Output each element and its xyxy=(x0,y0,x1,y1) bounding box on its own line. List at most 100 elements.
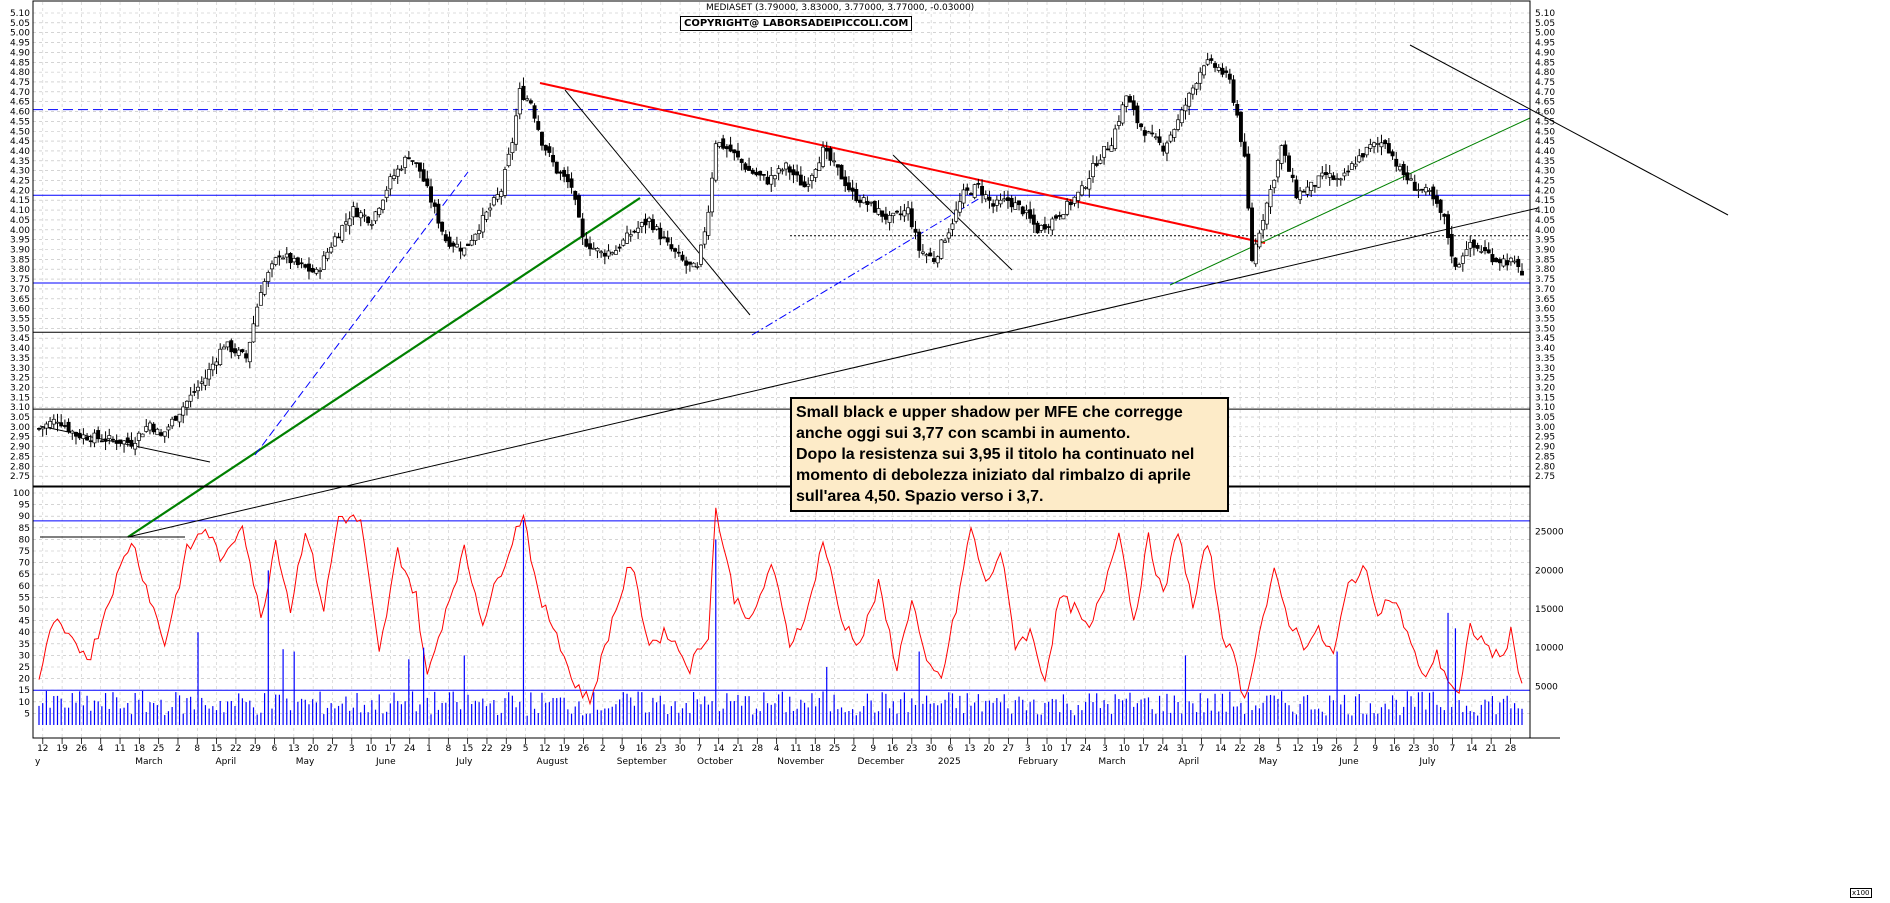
candle-body xyxy=(865,201,870,205)
candle-body xyxy=(1494,257,1499,263)
price-tick-right: 3.05 xyxy=(1535,413,1555,423)
candle-body xyxy=(599,251,604,254)
candle-body xyxy=(255,306,260,327)
analysis-note: Small black e upper shadow per MFE che c… xyxy=(790,397,1229,512)
price-tick-right: 4.20 xyxy=(1535,186,1555,196)
candle-body xyxy=(1512,260,1517,263)
candle-body xyxy=(321,255,326,270)
candle-body xyxy=(1231,79,1236,103)
date-tick-label: 17 xyxy=(1138,744,1149,754)
candle-body xyxy=(802,181,807,188)
candle-body xyxy=(1072,196,1077,204)
candle-body xyxy=(1165,142,1169,154)
candle-body xyxy=(1098,159,1103,164)
candle-body xyxy=(147,422,152,431)
candle-body xyxy=(510,142,515,154)
candle-body xyxy=(647,217,652,222)
candle-body xyxy=(506,153,511,167)
candle-body xyxy=(1464,249,1469,257)
month-label: June xyxy=(375,757,396,767)
date-tick-label: 13 xyxy=(964,744,975,754)
candle-body xyxy=(909,208,914,228)
price-tick-left: 4.55 xyxy=(10,117,30,127)
price-tick-right: 2.90 xyxy=(1535,443,1555,453)
candle-body xyxy=(1227,73,1232,80)
candle-body xyxy=(1128,96,1132,103)
candle-body xyxy=(366,216,371,224)
candle-body xyxy=(813,169,818,178)
candle-body xyxy=(144,426,149,432)
date-tick-label: 30 xyxy=(1428,744,1440,754)
candle-body xyxy=(617,246,622,249)
candle-body xyxy=(1505,260,1510,266)
candle-body xyxy=(680,254,685,261)
candle-body xyxy=(954,209,959,222)
date-tick-label: 9 xyxy=(1372,744,1378,754)
volume-tick: 15000 xyxy=(1535,605,1564,615)
candle-body xyxy=(784,162,788,170)
candle-body xyxy=(532,105,537,119)
price-tick-left: 4.25 xyxy=(10,177,30,187)
candle-body xyxy=(1076,191,1081,201)
osc-tick: 25 xyxy=(19,663,30,673)
month-label: May xyxy=(296,757,315,767)
date-tick-label: 7 xyxy=(1199,744,1205,754)
candle-body xyxy=(159,432,163,436)
candle-body xyxy=(1050,218,1055,231)
month-label: 2025 xyxy=(938,757,961,767)
candle-body xyxy=(662,236,666,239)
candle-body xyxy=(776,168,781,174)
price-tick-left: 4.45 xyxy=(10,137,30,147)
date-tick-label: 27 xyxy=(1003,744,1014,754)
candle-body xyxy=(1213,63,1217,68)
price-tick-left: 3.25 xyxy=(10,374,30,384)
candle-body xyxy=(1242,141,1247,157)
candle-body xyxy=(307,263,311,272)
date-tick-label: 31 xyxy=(1176,744,1187,754)
candle-body xyxy=(351,206,356,218)
candle-body xyxy=(540,131,544,146)
candle-body xyxy=(96,430,101,440)
candle-body xyxy=(1446,214,1450,238)
date-tick-label: 28 xyxy=(1505,744,1517,754)
candle-body xyxy=(303,264,308,268)
candle-body xyxy=(946,232,951,239)
candle-body xyxy=(1146,131,1151,134)
candle-body xyxy=(1131,100,1136,110)
candle-body xyxy=(514,115,519,145)
candle-body xyxy=(1386,143,1391,154)
price-tick-right: 3.60 xyxy=(1535,305,1555,315)
candle-body xyxy=(177,413,182,423)
price-tick-left: 4.65 xyxy=(10,98,30,108)
candle-body xyxy=(721,138,726,149)
candle-body xyxy=(887,215,892,223)
date-tick-label: 3 xyxy=(1102,744,1108,754)
candle-body xyxy=(1065,201,1070,215)
price-tick-left: 4.10 xyxy=(10,206,30,216)
candle-body xyxy=(654,226,659,230)
candle-body xyxy=(1438,199,1443,213)
candle-body xyxy=(547,146,552,153)
candle-body xyxy=(1368,144,1373,149)
candle-body xyxy=(1054,215,1058,219)
month-label: June xyxy=(1338,757,1359,767)
candle-body xyxy=(650,219,655,231)
candle-body xyxy=(1290,174,1295,178)
candle-body xyxy=(262,281,267,295)
candle-body xyxy=(1357,155,1362,163)
candle-body xyxy=(1301,190,1306,193)
date-tick-label: 5 xyxy=(1276,744,1282,754)
candle-body xyxy=(184,400,189,408)
candle-body xyxy=(769,175,774,185)
candle-body xyxy=(1342,172,1347,177)
price-tick-left: 3.10 xyxy=(10,403,30,413)
candle-body xyxy=(747,165,752,171)
price-tick-left: 3.75 xyxy=(10,275,30,285)
osc-tick: 45 xyxy=(19,617,30,627)
date-tick-label: 26 xyxy=(578,744,590,754)
candle-body xyxy=(1020,206,1025,215)
candle-body xyxy=(835,164,840,168)
candle-body xyxy=(824,147,829,152)
candle-body xyxy=(551,154,556,163)
candle-body xyxy=(181,406,186,416)
